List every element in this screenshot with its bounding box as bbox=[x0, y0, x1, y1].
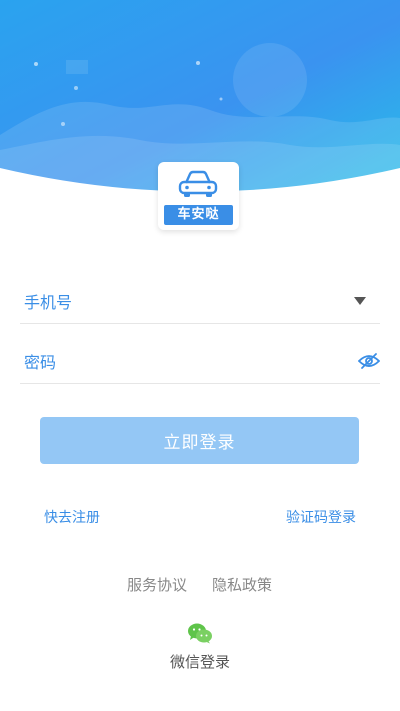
service-agreement-link[interactable]: 服务协议 bbox=[127, 575, 187, 595]
login-button[interactable]: 立即登录 bbox=[40, 417, 359, 464]
password-field[interactable] bbox=[20, 340, 380, 384]
password-input[interactable] bbox=[24, 340, 344, 384]
register-link[interactable]: 快去注册 bbox=[44, 508, 100, 528]
phone-field[interactable] bbox=[20, 280, 380, 324]
triangle-down-icon[interactable] bbox=[354, 297, 366, 305]
app-name: 车安哒 bbox=[164, 205, 233, 225]
app-logo: 车安哒 bbox=[158, 162, 239, 230]
car-icon bbox=[178, 170, 218, 197]
eye-hidden-icon[interactable] bbox=[358, 352, 380, 370]
privacy-policy-link[interactable]: 隐私政策 bbox=[212, 575, 272, 595]
sms-login-link[interactable]: 验证码登录 bbox=[286, 508, 356, 528]
wechat-login-label[interactable]: 微信登录 bbox=[150, 652, 250, 672]
wechat-icon[interactable] bbox=[187, 622, 213, 644]
phone-input[interactable] bbox=[24, 280, 344, 324]
